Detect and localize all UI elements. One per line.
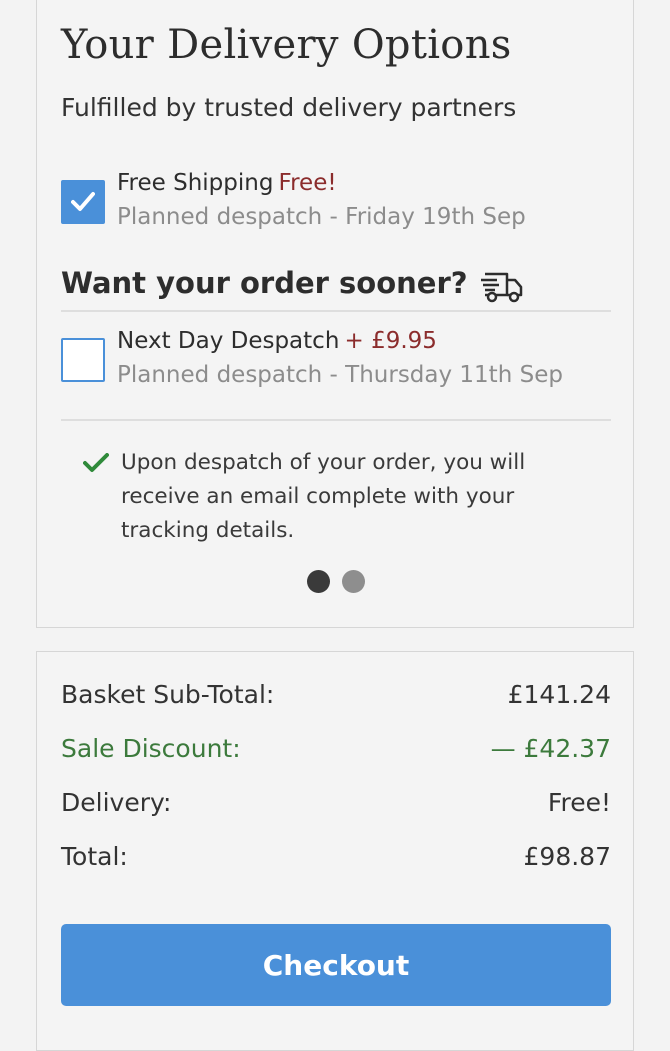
tick-icon — [83, 453, 109, 472]
free-shipping-text: Free Shipping Free! Planned despatch - F… — [117, 170, 526, 230]
subtotal-value: £141.24 — [507, 680, 611, 709]
delivery-label: Delivery: — [61, 788, 172, 817]
discount-label: Sale Discount: — [61, 734, 241, 763]
subtotal-label: Basket Sub-Total: — [61, 680, 275, 709]
check-icon — [71, 192, 95, 211]
option-name: Free Shipping — [117, 170, 274, 196]
delivery-subtitle: Fulfilled by trusted delivery partners — [61, 93, 517, 122]
delivery-truck-icon — [481, 272, 523, 303]
option-despatch-date: Planned despatch - Thursday 11th Sep — [117, 362, 563, 388]
total-value: £98.87 — [523, 842, 611, 871]
option-despatch-date: Planned despatch - Friday 19th Sep — [117, 204, 526, 230]
free-shipping-checkbox[interactable] — [61, 180, 105, 224]
next-day-text: Next Day Despatch + £9.95 Planned despat… — [117, 328, 563, 388]
delivery-options-card: Your Delivery Options Fulfilled by trust… — [36, 0, 634, 628]
carousel-dot-active[interactable] — [307, 570, 330, 593]
order-summary-card: Basket Sub-Total: £141.24 Sale Discount:… — [36, 651, 634, 1051]
option-price: Free! — [278, 170, 337, 196]
option-price: + £9.95 — [344, 328, 437, 354]
discount-value: — £42.37 — [490, 734, 611, 763]
next-day-checkbox[interactable] — [61, 338, 105, 382]
tracking-info-text: Upon despatch of your order, you will re… — [121, 450, 526, 543]
sooner-heading: Want your order sooner? — [61, 266, 468, 300]
total-label: Total: — [61, 842, 128, 871]
divider — [61, 419, 611, 421]
page-title: Your Delivery Options — [61, 22, 512, 68]
delivery-value: Free! — [547, 788, 611, 817]
option-name: Next Day Despatch — [117, 328, 340, 354]
sooner-section-header: Want your order sooner? — [61, 266, 611, 312]
checkout-button[interactable]: Checkout — [61, 924, 611, 1006]
carousel-dot[interactable] — [342, 570, 365, 593]
